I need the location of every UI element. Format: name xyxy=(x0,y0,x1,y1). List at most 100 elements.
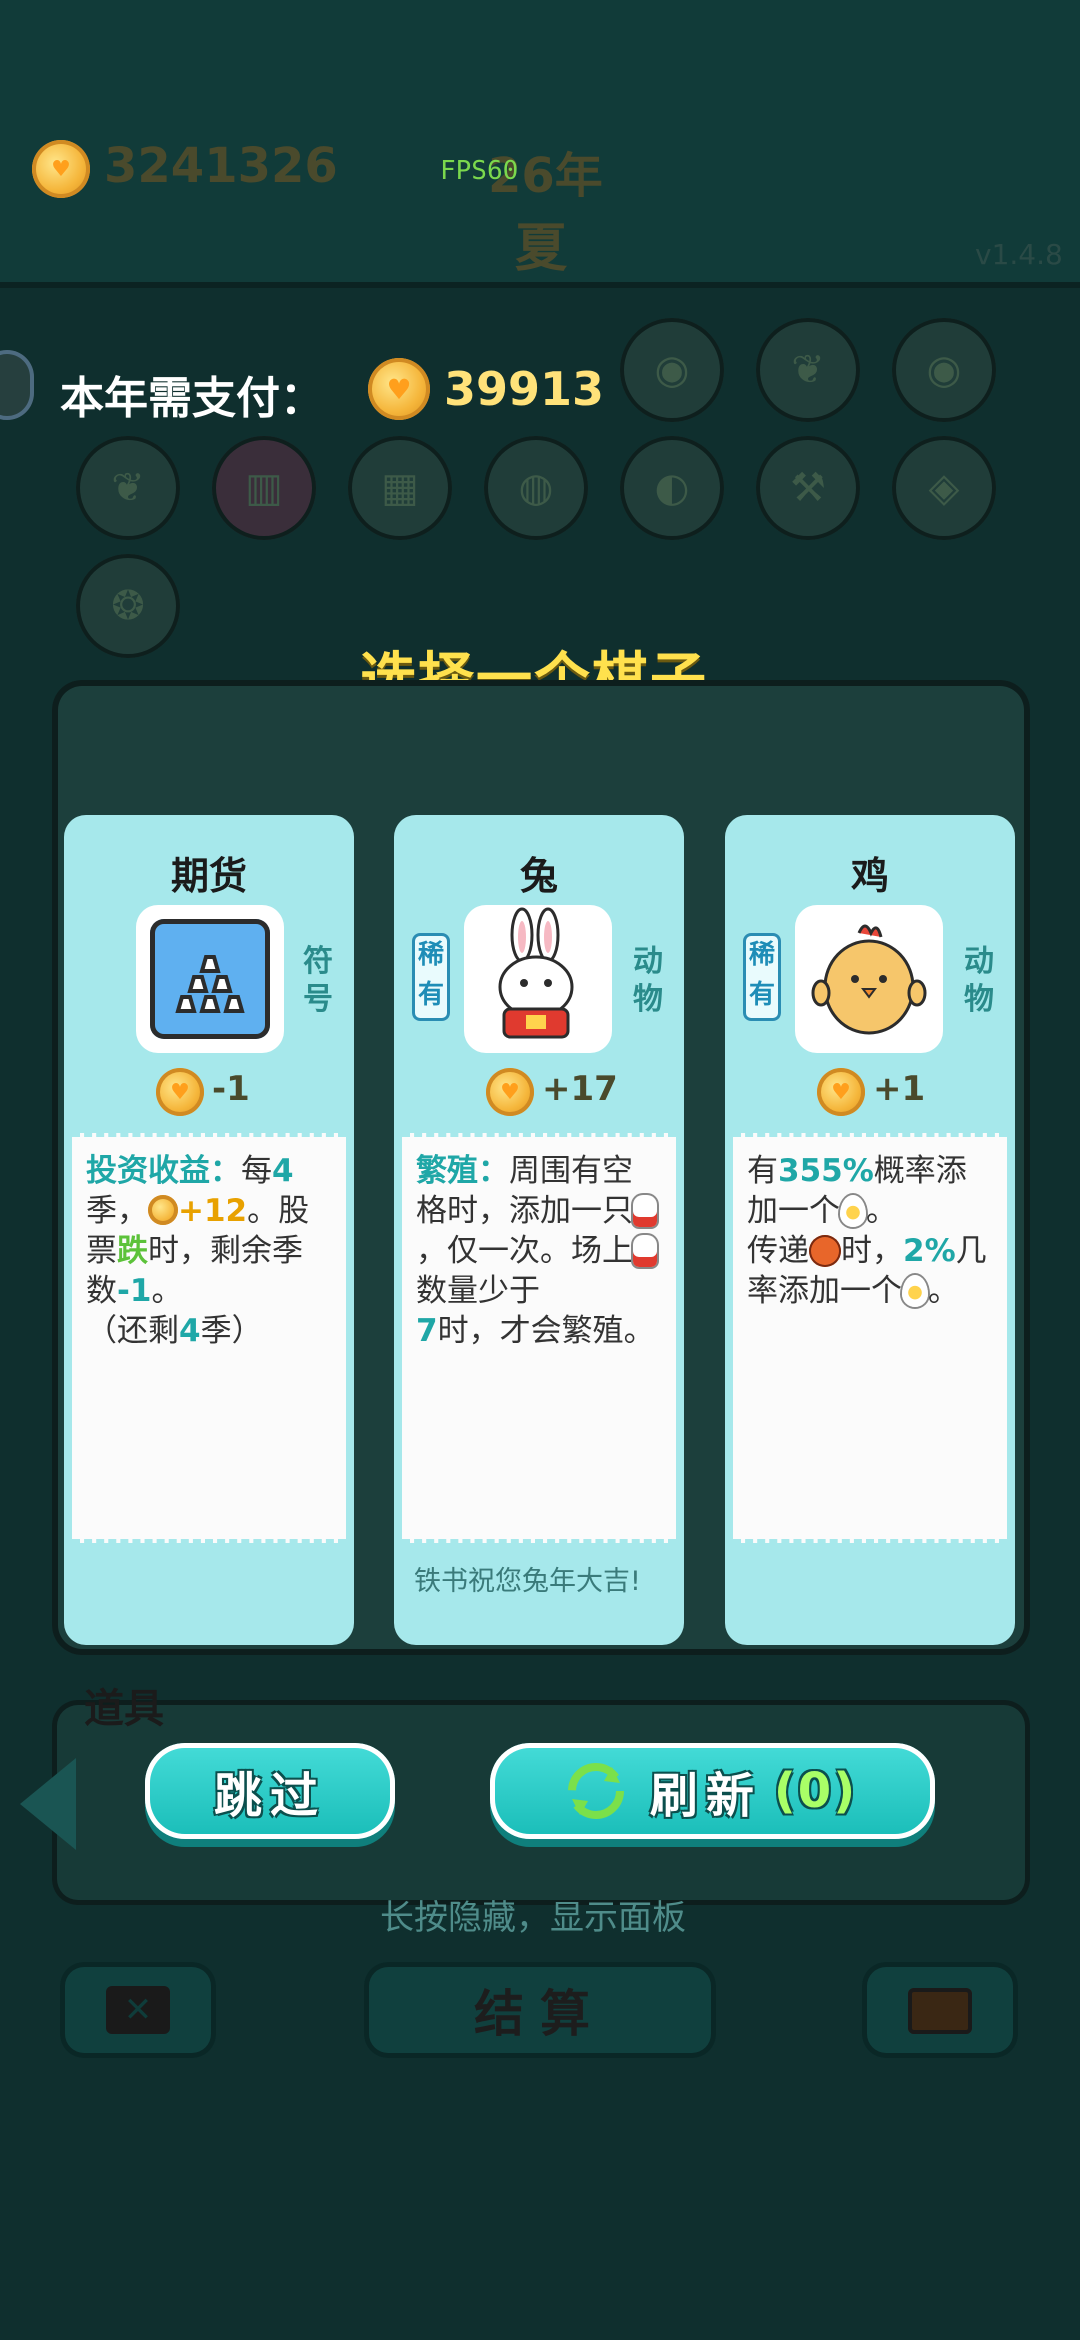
pear-icon: ◐ xyxy=(654,465,690,511)
fps-counter: FPS60 xyxy=(440,156,519,186)
type-tag: 符号 xyxy=(303,944,333,1017)
skip-button[interactable]: 跳过 xyxy=(145,1743,395,1839)
piggy-bank-icon: ◍ xyxy=(518,465,554,511)
desc-percent: 2% xyxy=(903,1233,956,1269)
desc-text: 传递 xyxy=(747,1233,809,1269)
skip-label: 跳过 xyxy=(213,1768,326,1824)
item-slot[interactable]: ◍ xyxy=(484,436,588,540)
settle-button[interactable]: 结算 xyxy=(364,1962,716,2058)
desc-number: 4 xyxy=(179,1313,201,1349)
egg-carton-icon: ▦ xyxy=(381,465,419,511)
basketball-icon: ❂ xyxy=(111,583,145,629)
season-label: 夏 xyxy=(515,219,568,279)
fall-text: 跌 xyxy=(117,1233,148,1269)
coin-bag-icon: ◉ xyxy=(926,347,962,393)
desc-text: 时， xyxy=(841,1233,903,1269)
egg-icon xyxy=(902,1275,928,1307)
item-slot[interactable]: ◈ xyxy=(892,436,996,540)
desc-number: -1 xyxy=(117,1273,152,1309)
rabbit-icon xyxy=(498,907,574,1039)
card-price: -1 xyxy=(212,1069,250,1109)
payment-amount: 39913 xyxy=(444,362,605,416)
hide-panel-hint: 长按隐藏，显示面板 xyxy=(380,1898,686,1938)
rarity-badge: 稀有 xyxy=(412,933,450,1021)
desc-text: 。 xyxy=(866,1193,897,1229)
item-slot[interactable]: ❂ xyxy=(76,554,180,658)
refresh-button[interactable]: 刷新 (0) xyxy=(490,1743,935,1839)
arrow-left-icon[interactable] xyxy=(20,1758,76,1850)
item-slot[interactable]: ❦ xyxy=(756,318,860,422)
item-slot[interactable]: ◐ xyxy=(620,436,724,540)
basketball-icon xyxy=(809,1235,841,1267)
desc-text: 。 xyxy=(151,1273,183,1309)
desc-text: 数量少于 xyxy=(416,1273,540,1309)
item-slot[interactable]: ◉ xyxy=(620,318,724,422)
sleep-button[interactable] xyxy=(0,350,34,420)
card-description: 有355%概率添加一个。传递 时，2%几率添加一个。 xyxy=(733,1133,1007,1543)
card-description: 繁殖：周围有空格时，添加一只，仅一次。场上数量少于 7时，才会繁殖。 xyxy=(402,1133,676,1543)
item-slot[interactable]: ▥ xyxy=(212,436,316,540)
briefcase-icon xyxy=(908,1988,972,2034)
bag-button[interactable] xyxy=(862,1962,1018,2058)
keyword: 繁殖： xyxy=(416,1153,509,1189)
hud-divider xyxy=(0,282,1080,288)
piece-card-chicken[interactable]: 鸡 稀有 动物 ♥ +1 有355%概率添加一个。传递 时，2%几率添加一个。 xyxy=(725,815,1015,1645)
card-title: 鸡 xyxy=(850,854,889,898)
type-tag: 动物 xyxy=(633,944,663,1017)
type-tag: 动物 xyxy=(964,944,994,1017)
leaf-icon: ❦ xyxy=(111,465,145,511)
coin-icon: ♥ xyxy=(156,1068,204,1116)
coin-icon: ♥ xyxy=(486,1068,534,1116)
desc-text: 有 xyxy=(747,1153,778,1189)
desc-text: ，仅一次。场上 xyxy=(416,1233,633,1269)
fries-icon: ▥ xyxy=(245,465,283,511)
keyword: 投资收益： xyxy=(86,1153,241,1189)
version-label: v1.4.8 xyxy=(975,238,1063,271)
card-title: 期货 xyxy=(170,854,247,898)
card-title: 兔 xyxy=(519,854,558,898)
coin-gain: +12 xyxy=(178,1193,248,1229)
item-slot[interactable]: ◉ xyxy=(892,318,996,422)
item-slot[interactable]: ⚒ xyxy=(756,436,860,540)
card-description: 投资收益：每4季， +12。股票跌时，剩余季数-1。 （还剩4季） xyxy=(72,1133,346,1543)
coin-icon: ♥ xyxy=(817,1068,865,1116)
desc-text: （还剩 xyxy=(86,1313,179,1349)
gold-bars-icon xyxy=(150,919,270,1039)
chick-icon xyxy=(811,924,927,1035)
desc-text: 每 xyxy=(241,1153,272,1189)
item-slot[interactable]: ▦ xyxy=(348,436,452,540)
money-coin-icon: ♥ xyxy=(32,140,90,198)
item-slot[interactable]: ❦ xyxy=(76,436,180,540)
desc-text: 。 xyxy=(928,1273,959,1309)
delete-icon: ✕ xyxy=(106,1986,170,2034)
card-price: +17 xyxy=(542,1069,618,1109)
refresh-icon xyxy=(567,1763,624,1819)
desc-number: 4 xyxy=(272,1153,294,1189)
compass-icon: ◈ xyxy=(928,465,960,511)
desc-percent: 355% xyxy=(778,1153,874,1189)
settle-label: 结算 xyxy=(474,1985,606,2043)
piece-card-futures[interactable]: 期货 符号 ♥ -1 投资收益：每4季， +12。股票跌时，剩余季数-1。 （还剩4… xyxy=(64,815,354,1645)
money-amount: 3241326 xyxy=(104,138,338,194)
refresh-count: (0) xyxy=(773,1763,858,1819)
delete-button[interactable]: ✕ xyxy=(60,1962,216,2058)
leaf-icon: ❦ xyxy=(791,347,825,393)
piece-card-rabbit[interactable]: 兔 稀有 动物 ♥ +17 繁殖：周围有空格时，添加一只，仅一次。场上数量少于 7… xyxy=(394,815,684,1645)
rabbit-icon xyxy=(633,1235,657,1267)
refresh-label: 刷新 xyxy=(649,1768,762,1824)
tools-label: 道具 xyxy=(84,1686,164,1732)
desc-text: 季） xyxy=(200,1313,263,1349)
desc-text: 季， xyxy=(86,1193,148,1229)
card-image xyxy=(464,905,612,1053)
desc-number: 7 xyxy=(416,1313,438,1349)
card-image xyxy=(136,905,284,1053)
hammer-icon: ⚒ xyxy=(790,465,826,511)
desc-text: 时，才会繁殖。 xyxy=(437,1313,655,1349)
card-flavor-text: 铁书祝您兔年大吉! xyxy=(414,1566,641,1597)
card-image xyxy=(795,905,943,1053)
rarity-badge: 稀有 xyxy=(743,933,781,1021)
payment-label: 本年需支付： xyxy=(60,373,324,424)
payment-coin-icon: ♥ xyxy=(368,358,430,420)
rabbit-icon xyxy=(633,1195,657,1227)
card-price: +1 xyxy=(873,1069,926,1109)
